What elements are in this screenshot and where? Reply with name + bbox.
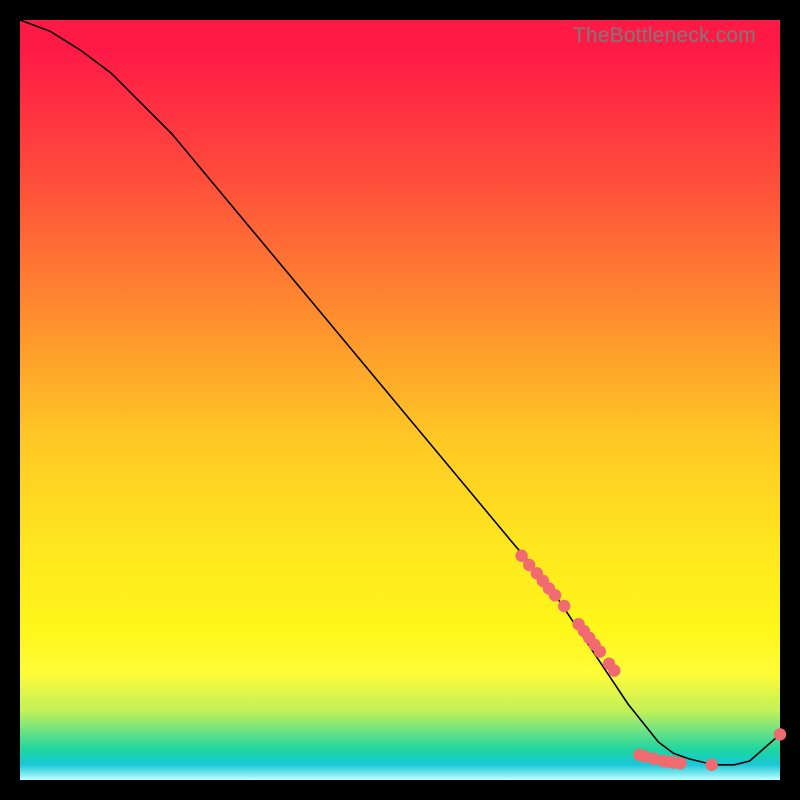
data-point [674,757,686,769]
marker-group [515,550,786,771]
curve-line [20,20,780,765]
data-point [549,589,561,601]
data-point [774,728,786,740]
data-point [608,664,620,676]
chart-svg [20,20,780,780]
data-point [594,645,606,657]
chart-stage: TheBottleneck.com [0,0,800,800]
data-point [705,759,717,771]
plot-area: TheBottleneck.com [20,20,780,780]
data-point [558,600,570,612]
